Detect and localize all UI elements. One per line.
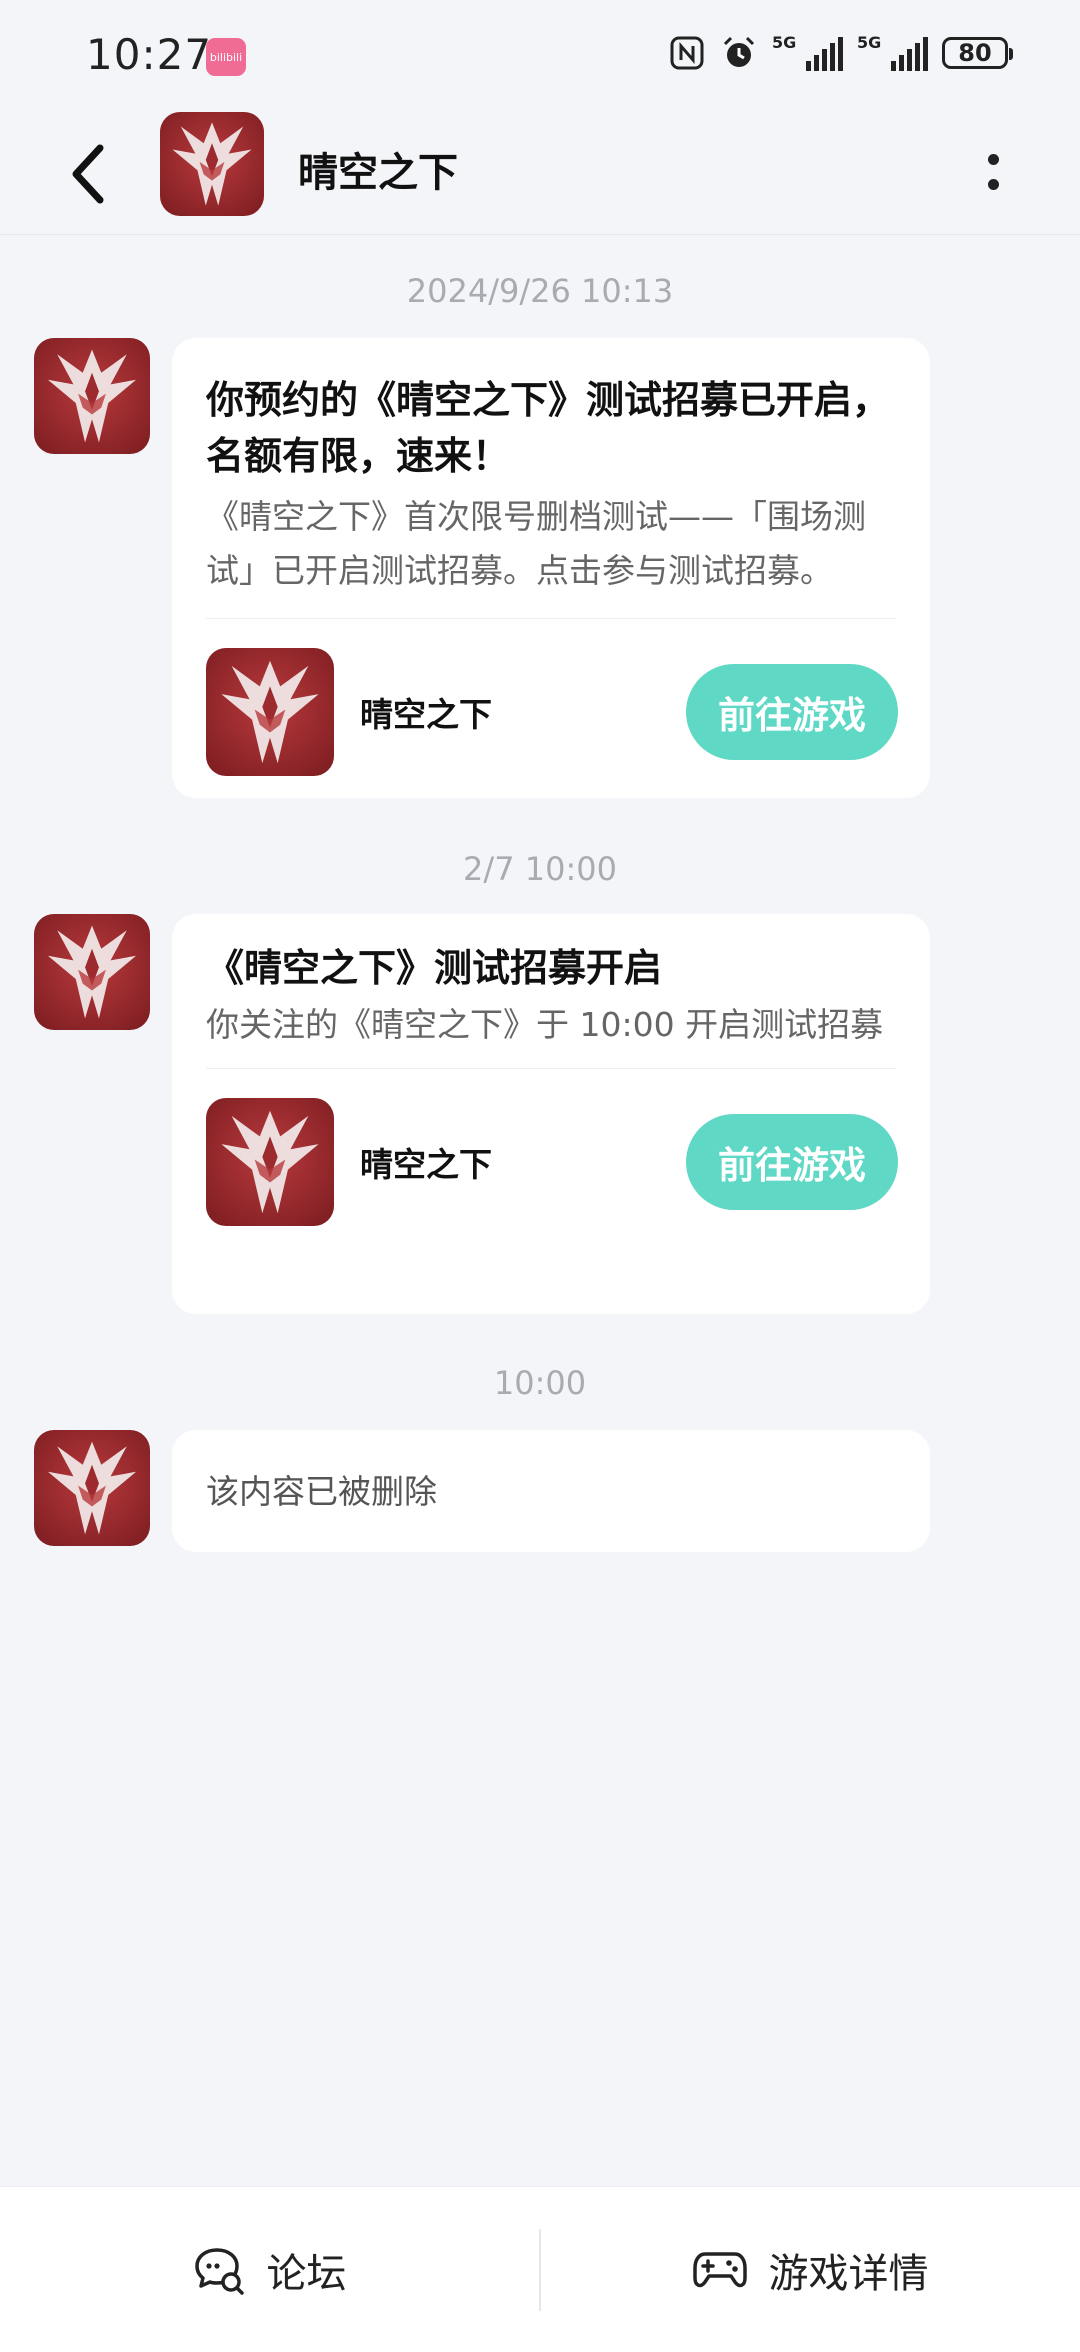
tab-forum-label: 论坛 [266,2250,347,2297]
page-title: 晴空之下 [298,150,458,196]
game-logo-icon [34,914,150,1030]
game-link-row: 晴空之下 前往游戏 [206,1069,898,1255]
tab-forum[interactable]: 论坛 [0,2187,539,2352]
message-timestamp: 2/7 10:00 [463,850,617,888]
message-body: 你关注的《晴空之下》于 10:00 开启测试招募 [206,1005,884,1044]
tab-game-details[interactable]: 游戏详情 [541,2187,1080,2352]
cellular-signal-2-icon: 5G [857,33,928,71]
signal-1-label: 5G [772,33,797,52]
message-card: 你预约的《晴空之下》测试招募已开启，名额有限，速来！ 《晴空之下》首次限号删档测… [172,338,930,798]
gamepad-icon [692,2251,747,2287]
sender-avatar[interactable] [34,914,150,1030]
game-logo-icon [206,648,334,776]
bottom-bar: 论坛 游戏详情 [0,2186,1080,2352]
game-logo-icon [34,338,150,454]
game-link-row: 晴空之下 前往游戏 [206,619,898,805]
nfc-icon [668,34,706,72]
forum-chat-icon [194,2247,244,2295]
sender-avatar[interactable] [34,1430,150,1546]
message-body: 《晴空之下》首次限号删档测试——「围场测试」已开启测试招募。点击参与测试招募。 [206,497,866,590]
bilibili-app-icon: bilibili [206,38,246,76]
alarm-icon [720,34,758,72]
deleted-message-text: 该内容已被删除 [206,1472,437,1511]
back-button[interactable] [58,134,118,214]
game-icon[interactable] [206,1098,334,1226]
message-timestamp: 10:00 [493,1364,587,1402]
game-name: 晴空之下 [360,1145,492,1184]
game-icon[interactable] [206,648,334,776]
status-time: 10:27 [86,30,213,79]
chat-header: 晴空之下 [0,110,1080,235]
tab-game-details-label: 游戏详情 [768,2250,929,2297]
message-title: 你预约的《晴空之下》测试招募已开启，名额有限，速来！ [206,378,891,478]
message-timestamp: 2024/9/26 10:13 [406,272,674,310]
game-logo-icon [206,1098,334,1226]
signal-2-label: 5G [857,33,882,52]
game-logo-icon [34,1430,150,1546]
status-indicators: 5G 5G 80 [668,33,1013,72]
sender-avatar[interactable] [34,338,150,454]
message-title: 《晴空之下》测试招募开启 [206,946,663,990]
dot-icon [987,179,999,190]
game-logo-icon [160,112,264,216]
dot-icon [987,154,999,165]
go-to-game-button[interactable]: 前往游戏 [686,1114,898,1210]
message-card-deleted: 该内容已被删除 [172,1430,930,1552]
chevron-left-icon [72,144,104,204]
more-options-button[interactable] [968,132,1018,212]
status-bar: 10:27 bilibili 5G 5G 80 [0,0,1080,110]
message-card: 《晴空之下》测试招募开启 你关注的《晴空之下》于 10:00 开启测试招募 晴空… [172,914,930,1314]
cellular-signal-1-icon: 5G [772,33,843,71]
battery-icon: 80 [942,37,1013,69]
game-name: 晴空之下 [360,695,492,734]
go-to-game-button[interactable]: 前往游戏 [686,664,898,760]
game-avatar[interactable] [160,112,264,216]
